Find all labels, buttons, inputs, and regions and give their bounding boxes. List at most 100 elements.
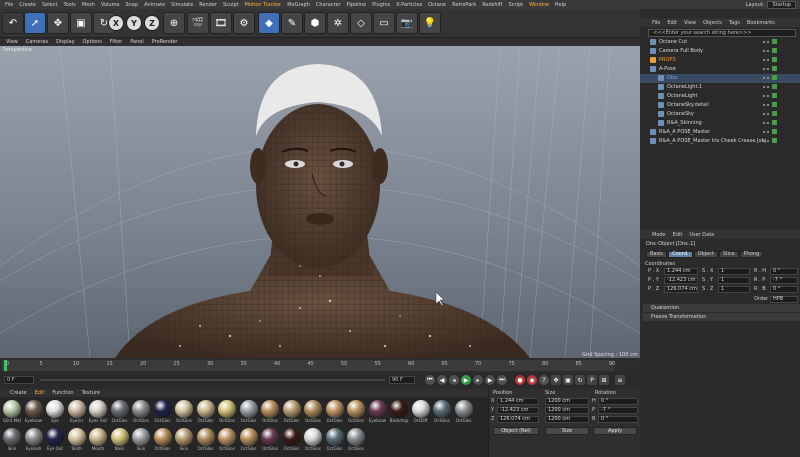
material-swatch[interactable]: Eyebrow — [368, 400, 388, 423]
viewport-menu-display[interactable]: Display — [56, 39, 74, 45]
object-row[interactable]: Disc — [640, 74, 800, 83]
menu-item-volume[interactable]: Volume — [98, 2, 123, 8]
render-picture-viewer-icon[interactable]: 🎞 — [210, 12, 232, 34]
material-swatch[interactable]: OctGlos — [110, 400, 130, 423]
viewport-menu-prorender[interactable]: ProRender — [152, 39, 178, 45]
subdivision-icon[interactable]: ⬢ — [304, 12, 326, 34]
material-swatch[interactable]: Tooth — [67, 428, 87, 451]
material-swatch[interactable]: Eyes Out — [88, 400, 108, 423]
material-swatch[interactable]: Skin — [2, 428, 22, 451]
autokey-icon[interactable]: ◉ — [527, 375, 537, 385]
visibility-dots[interactable] — [762, 130, 770, 134]
enable-check[interactable] — [772, 66, 777, 71]
object-menu-edit[interactable]: Edit — [667, 20, 677, 26]
menu-item-octane[interactable]: Octane — [425, 2, 449, 8]
menu-item-help[interactable]: Help — [552, 2, 569, 8]
cloner-icon[interactable]: ✲ — [327, 12, 349, 34]
material-swatch[interactable]: Glint Mat — [2, 400, 22, 423]
attribute-menu-edit[interactable]: Edit — [673, 232, 683, 238]
menu-item-motion-tracker[interactable]: Motion Tracker — [242, 2, 285, 8]
material-swatch[interactable]: Skin — [131, 428, 151, 451]
menu-item-file[interactable]: File — [2, 2, 16, 8]
attr-p-field[interactable]: -12.423 cm — [664, 277, 698, 284]
menu-item-mograph[interactable]: MoGraph — [284, 2, 313, 8]
menu-item-select[interactable]: Select — [39, 2, 60, 8]
menu-item-snap[interactable]: Snap — [123, 2, 142, 8]
enable-check[interactable] — [772, 111, 777, 116]
attribute-menu-mode[interactable]: Mode — [652, 232, 666, 238]
material-menu-edit[interactable]: Edit — [35, 390, 45, 396]
pen-icon[interactable]: ✎ — [281, 12, 303, 34]
material-swatch[interactable]: Eye Out — [45, 428, 65, 451]
undo-icon[interactable]: ↶ — [2, 12, 24, 34]
material-menu-create[interactable]: Create — [10, 390, 27, 396]
enable-check[interactable] — [772, 57, 777, 62]
object-menu-objects[interactable]: Objects — [703, 20, 722, 26]
coordinate-system-icon[interactable]: ⊕ — [163, 12, 185, 34]
object-row[interactable]: R&A_A POSE_Master — [640, 128, 800, 137]
menu-item-retropark[interactable]: RetroPark — [449, 2, 479, 8]
material-swatch[interactable]: OctDiff — [411, 400, 431, 423]
enable-check[interactable] — [772, 129, 777, 134]
coord-rotation-field[interactable]: -7 ° — [598, 407, 638, 414]
coord-size-field[interactable]: 1200 cm — [545, 407, 589, 414]
menu-item-render[interactable]: Render — [196, 2, 220, 8]
object-row[interactable]: A-Pose — [640, 65, 800, 74]
material-swatch[interactable]: OctGlos — [432, 400, 452, 423]
material-swatch[interactable]: OctGlos — [217, 400, 237, 423]
prev-frame-icon[interactable]: ◂ — [449, 375, 459, 385]
viewport-menu-options[interactable]: Options — [83, 39, 102, 45]
attr-tab-basic[interactable]: Basic — [646, 251, 668, 258]
material-swatch[interactable]: OctGlos — [325, 428, 345, 451]
attr-s-field[interactable]: 1 — [718, 277, 750, 284]
material-swatch[interactable]: OctGlos — [346, 428, 366, 451]
material-menu-function[interactable]: Function — [52, 390, 73, 396]
coord-position-field[interactable]: 1.244 cm — [497, 398, 539, 405]
attr-r-field[interactable]: -7 ° — [770, 277, 798, 284]
key-position-icon[interactable]: ✥ — [551, 375, 561, 385]
object-row[interactable]: OctaneLight.1 — [640, 83, 800, 92]
attr-tab-coord[interactable]: Coord. — [668, 251, 693, 258]
visibility-dots[interactable] — [762, 94, 770, 98]
enable-check[interactable] — [772, 120, 777, 125]
object-row[interactable]: PROPS — [640, 56, 800, 65]
floor-icon[interactable]: ▭ — [373, 12, 395, 34]
material-swatch[interactable]: OctGlos — [196, 428, 216, 451]
menu-item-simulate[interactable]: Simulate — [168, 2, 196, 8]
visibility-dots[interactable] — [762, 121, 770, 125]
object-search-input[interactable]: <<<Enter your search string here>>> — [648, 29, 796, 37]
material-swatch[interactable]: Skin — [174, 428, 194, 451]
object-menu-view[interactable]: View — [684, 20, 696, 26]
material-swatch[interactable]: OctGlos — [325, 400, 345, 423]
coord-rotation-field[interactable]: 0 ° — [598, 416, 638, 423]
menu-item-sculpt[interactable]: Sculpt — [220, 2, 242, 8]
apply-button[interactable]: Apply — [593, 427, 637, 435]
object-menu-file[interactable]: File — [652, 20, 660, 26]
material-swatch[interactable]: OctGlos — [282, 400, 302, 423]
material-swatch[interactable]: OctGlos — [454, 400, 474, 423]
timeline-menu-icon[interactable]: ≡ — [615, 375, 625, 385]
coord-mode-dropdown[interactable]: Object (Rel) — [493, 427, 539, 435]
menu-item-window[interactable]: Window — [526, 2, 552, 8]
prev-key-icon[interactable]: ◀ — [437, 375, 447, 385]
range-slider[interactable] — [40, 379, 385, 381]
light-icon[interactable]: 💡 — [419, 12, 441, 34]
material-swatch[interactable]: OctGlos — [239, 428, 259, 451]
material-swatch[interactable]: OctGlos — [131, 400, 151, 423]
enable-check[interactable] — [772, 138, 777, 143]
layout-selector[interactable]: Layout: Startup — [746, 1, 796, 9]
attr-tab-phong[interactable]: Phong — [739, 251, 764, 258]
visibility-dots[interactable] — [762, 40, 770, 44]
order-dropdown[interactable]: HPB — [770, 296, 798, 303]
camera-icon[interactable]: 📷 — [396, 12, 418, 34]
attr-p-field[interactable]: 126.074 cm — [664, 286, 698, 293]
material-swatch[interactable]: Eyebrow — [24, 400, 44, 423]
enable-check[interactable] — [772, 93, 777, 98]
start-frame-field[interactable]: 0 F — [4, 376, 34, 384]
next-frame-icon[interactable]: ▸ — [473, 375, 483, 385]
viewport-menu-view[interactable]: View — [6, 39, 18, 45]
enable-check[interactable] — [772, 102, 777, 107]
attr-p-field[interactable]: 1.244 cm — [664, 268, 698, 275]
coord-position-field[interactable]: 126.074 cm — [497, 416, 539, 423]
attr-r-field[interactable]: 0 ° — [770, 268, 798, 275]
